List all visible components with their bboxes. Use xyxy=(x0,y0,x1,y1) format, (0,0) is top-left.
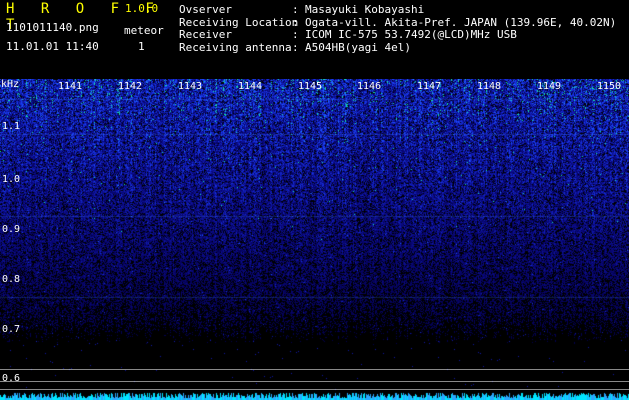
info-separator: : xyxy=(292,40,299,54)
meteor-count: 1 xyxy=(138,40,145,53)
y-tick-label: 1.1 xyxy=(2,121,21,132)
info-value: A504HB(yagi 4el) xyxy=(305,40,411,54)
info-value: Masayuki Kobayashi xyxy=(305,3,425,16)
frequency-unit-label: kHz xyxy=(1,79,20,90)
header-left: H R O F F T 1.0.0 1101011140.png meteor … xyxy=(0,0,170,58)
info-separator: : xyxy=(292,28,299,41)
app-version: 1.0.0 xyxy=(125,2,159,15)
info-value: ICOM IC-575 53.7492(@LCD)MHz USB xyxy=(305,28,517,41)
spectrogram-panel: kHz 1.1 1.0 0.9 0.8 0.7 0.6 1141 1142 11… xyxy=(0,79,629,400)
info-key: Receiving antenna xyxy=(179,40,292,54)
y-tick-label: 0.6 xyxy=(2,373,21,384)
x-tick-label: 1141 xyxy=(58,81,83,92)
info-key: Receiver xyxy=(179,28,232,41)
info-row-receiver: Receiver: ICOM IC-575 53.7492(@LCD)MHz US… xyxy=(179,28,616,42)
x-tick-label: 1143 xyxy=(178,81,203,92)
station-info: Ovserver: Masayuki Kobayashi Receiving Lo… xyxy=(179,3,616,55)
hroft-window: H R O F F T 1.0.0 1101011140.png meteor … xyxy=(0,0,629,400)
reference-line xyxy=(0,389,629,390)
reference-line xyxy=(0,369,629,370)
info-row-observer: Ovserver: Masayuki Kobayashi xyxy=(179,3,616,17)
info-separator: : xyxy=(292,3,299,16)
spectrogram-canvas xyxy=(0,79,629,400)
x-tick-label: 1147 xyxy=(417,81,442,92)
x-tick-label: 1142 xyxy=(118,81,143,92)
date-time: 11.01.01 11:40 xyxy=(6,40,99,53)
x-tick-label: 1150 xyxy=(597,81,622,92)
meteor-label: meteor xyxy=(124,24,164,37)
info-key: Ovserver xyxy=(179,3,232,16)
y-tick-label: 0.8 xyxy=(2,274,21,285)
x-tick-label: 1146 xyxy=(357,81,382,92)
y-tick-label: 0.7 xyxy=(2,324,21,335)
x-tick-label: 1144 xyxy=(238,81,263,92)
x-tick-label: 1149 xyxy=(537,81,562,92)
info-row-antenna: Receiving antenna: A504HB(yagi 4el) xyxy=(179,40,616,55)
file-name: 1101011140.png xyxy=(6,21,99,34)
y-tick-label: 0.9 xyxy=(2,224,21,235)
reference-line xyxy=(0,381,629,382)
x-tick-label: 1145 xyxy=(298,81,323,92)
y-tick-label: 1.0 xyxy=(2,174,21,185)
x-tick-label: 1148 xyxy=(477,81,502,92)
